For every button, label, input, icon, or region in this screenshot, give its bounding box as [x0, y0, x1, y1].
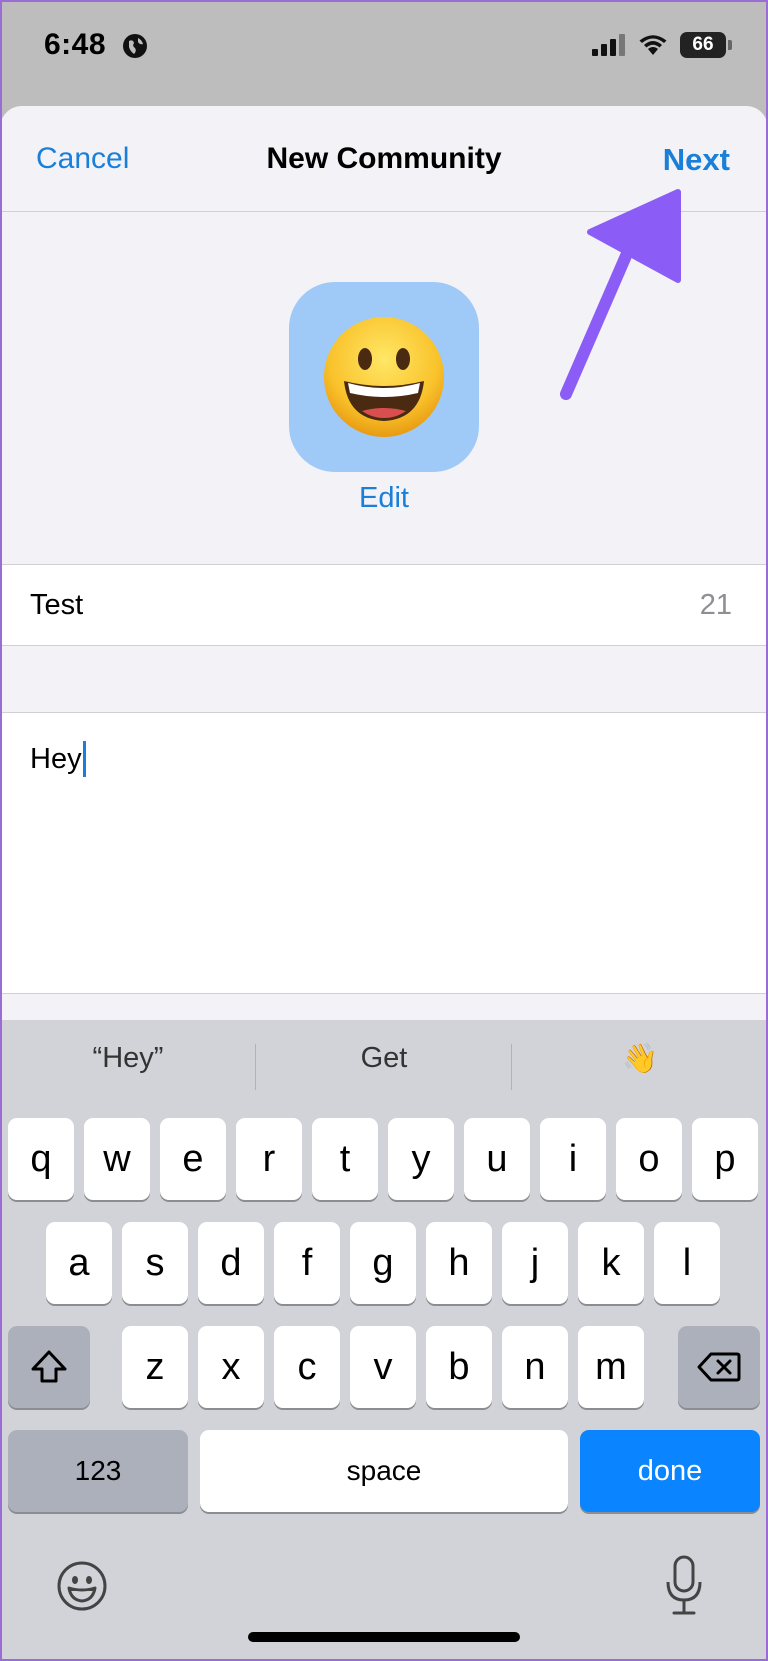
grinning-face-icon	[324, 317, 444, 437]
numbers-key[interactable]: 123	[8, 1430, 188, 1512]
suggestion-1[interactable]: “Hey”	[0, 1042, 256, 1075]
edit-avatar-button[interactable]: Edit	[359, 482, 409, 515]
emoji-keyboard-icon[interactable]	[56, 1560, 108, 1612]
key-r[interactable]: r	[236, 1118, 302, 1200]
community-description-field[interactable]: Hey	[0, 712, 768, 994]
suggestion-2[interactable]: Get	[256, 1042, 512, 1075]
key-k[interactable]: k	[578, 1222, 644, 1304]
key-m[interactable]: m	[578, 1326, 644, 1408]
key-q[interactable]: q	[8, 1118, 74, 1200]
battery-level: 66	[692, 34, 714, 55]
community-name-value: Test	[30, 589, 84, 621]
key-j[interactable]: j	[502, 1222, 568, 1304]
status-bar: 6:48 66	[0, 0, 768, 100]
space-key[interactable]: space	[200, 1430, 568, 1512]
description-text-row: Hey	[30, 741, 86, 777]
key-c[interactable]: c	[274, 1326, 340, 1408]
status-icons: 66	[592, 32, 732, 58]
key-i[interactable]: i	[540, 1118, 606, 1200]
key-z[interactable]: z	[122, 1326, 188, 1408]
key-y[interactable]: y	[388, 1118, 454, 1200]
key-a[interactable]: a	[46, 1222, 112, 1304]
key-d[interactable]: d	[198, 1222, 264, 1304]
shift-arrow-icon	[31, 1350, 67, 1383]
globe-icon	[123, 34, 147, 58]
key-o[interactable]: o	[616, 1118, 682, 1200]
name-character-count: 21	[699, 589, 732, 621]
battery-icon: 66	[680, 32, 726, 58]
text-cursor	[82, 741, 86, 777]
backspace-icon	[697, 1352, 741, 1382]
edit-avatar-link-row: Edit	[0, 482, 768, 515]
key-n[interactable]: n	[502, 1326, 568, 1408]
key-p[interactable]: p	[692, 1118, 758, 1200]
cancel-button[interactable]: Cancel	[36, 142, 129, 176]
key-g[interactable]: g	[350, 1222, 416, 1304]
key-s[interactable]: s	[122, 1222, 188, 1304]
key-b[interactable]: b	[426, 1326, 492, 1408]
wifi-icon	[639, 35, 667, 55]
key-u[interactable]: u	[464, 1118, 530, 1200]
community-avatar[interactable]	[289, 282, 479, 472]
delete-key[interactable]	[678, 1326, 760, 1408]
annotation-arrow-icon	[560, 189, 681, 400]
keyboard: “Hey” Get 👋 q w e r t y u i o p a s d f …	[0, 1020, 768, 1661]
key-e[interactable]: e	[160, 1118, 226, 1200]
microphone-icon[interactable]	[664, 1554, 704, 1618]
signal-icon	[592, 34, 625, 56]
shift-key[interactable]	[8, 1326, 90, 1408]
predictive-bar: “Hey” Get 👋	[0, 1020, 768, 1110]
done-key[interactable]: done	[580, 1430, 760, 1512]
key-v[interactable]: v	[350, 1326, 416, 1408]
community-name-field[interactable]: Test 21	[0, 564, 768, 646]
next-button[interactable]: Next	[663, 142, 730, 178]
key-w[interactable]: w	[84, 1118, 150, 1200]
status-time: 6:48	[44, 28, 107, 61]
key-h[interactable]: h	[426, 1222, 492, 1304]
community-description-value: Hey	[30, 742, 82, 775]
key-x[interactable]: x	[198, 1326, 264, 1408]
key-f[interactable]: f	[274, 1222, 340, 1304]
suggestion-3[interactable]: 👋	[512, 1042, 768, 1076]
battery-nub	[728, 40, 732, 50]
home-indicator[interactable]	[248, 1632, 520, 1642]
key-l[interactable]: l	[654, 1222, 720, 1304]
key-t[interactable]: t	[312, 1118, 378, 1200]
